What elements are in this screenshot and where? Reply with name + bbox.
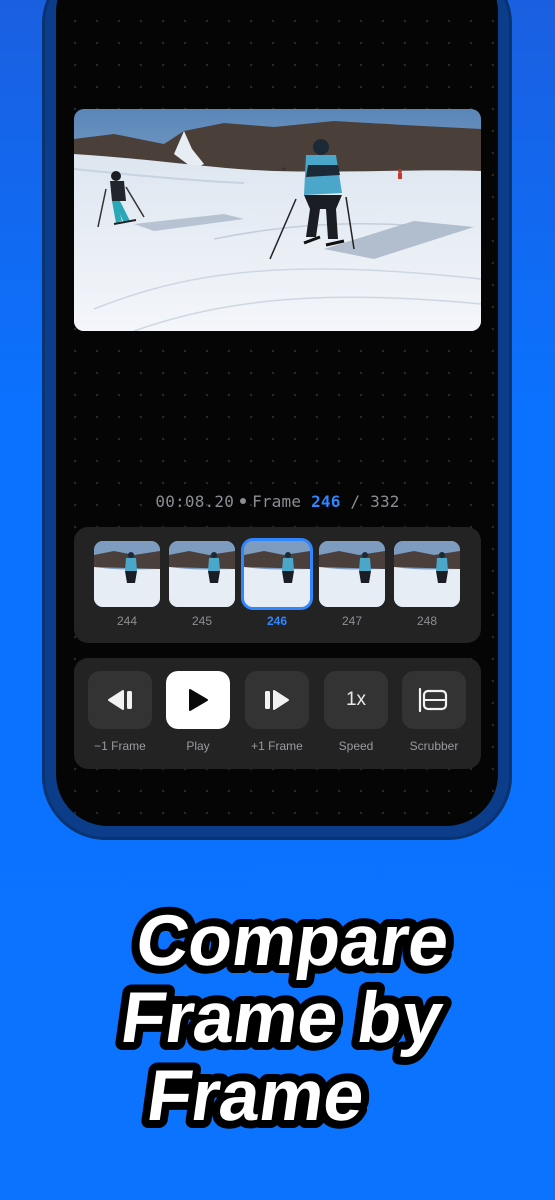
frame-thumbnail[interactable]: [94, 541, 160, 607]
current-frame: 246: [311, 492, 341, 511]
speed-value: 1x: [345, 689, 367, 710]
step-back-label: −1 Frame: [94, 739, 146, 753]
speed-button[interactable]: 1x: [324, 671, 388, 729]
frame-thumbnail-image: [244, 541, 310, 607]
scrubber-button[interactable]: [402, 671, 466, 729]
headline-line-3: Frame: [142, 1056, 369, 1136]
scrubber-label: Scrubber: [409, 739, 459, 753]
headline: Compare Frame by Frame: [108, 893, 462, 1144]
frame-label: 244: [116, 614, 138, 628]
step-forward-icon: [265, 690, 289, 710]
frame-thumbnail[interactable]: [394, 541, 460, 607]
step-back-icon: [108, 690, 132, 710]
frame-strip: 244 245 246 247 248: [74, 527, 481, 643]
scrubber-icon: [418, 687, 448, 713]
frame-thumbnail[interactable]: [169, 541, 235, 607]
frame-word: Frame: [252, 492, 302, 511]
frame-thumbnail-image: [94, 541, 160, 607]
frame-label: 248: [416, 614, 438, 628]
frame-readout: 00:08.20 Frame 246 / 332: [0, 492, 555, 511]
frame-thumbnail-selected[interactable]: [244, 541, 310, 607]
step-back-button[interactable]: [88, 671, 152, 729]
ski-scene-image: [74, 109, 481, 331]
frame-label: 247: [341, 614, 363, 628]
headline-line-1: Compare: [131, 901, 454, 981]
play-icon: [189, 689, 208, 711]
separator-dot: [240, 498, 247, 504]
frame-thumbnail-image: [169, 541, 235, 607]
step-forward-label: +1 Frame: [251, 739, 303, 753]
speed-label: Speed: [338, 739, 374, 753]
play-button[interactable]: [166, 671, 230, 729]
total-frames: 332: [370, 492, 400, 511]
video-preview[interactable]: [74, 109, 481, 331]
timecode: 00:08.20: [155, 492, 235, 511]
frame-thumbnail-image: [394, 541, 460, 607]
headline-line-2: Frame by: [116, 978, 447, 1058]
frame-separator: /: [350, 492, 361, 511]
frame-label-selected: 246: [266, 614, 288, 628]
play-label: Play: [186, 739, 210, 753]
frame-thumbnail[interactable]: [319, 541, 385, 607]
frame-thumbnail-image: [319, 541, 385, 607]
playback-controls: −1 Frame Play +1 Frame 1x Speed Scrubber: [74, 658, 481, 769]
frame-label: 245: [191, 614, 213, 628]
step-forward-button[interactable]: [245, 671, 309, 729]
